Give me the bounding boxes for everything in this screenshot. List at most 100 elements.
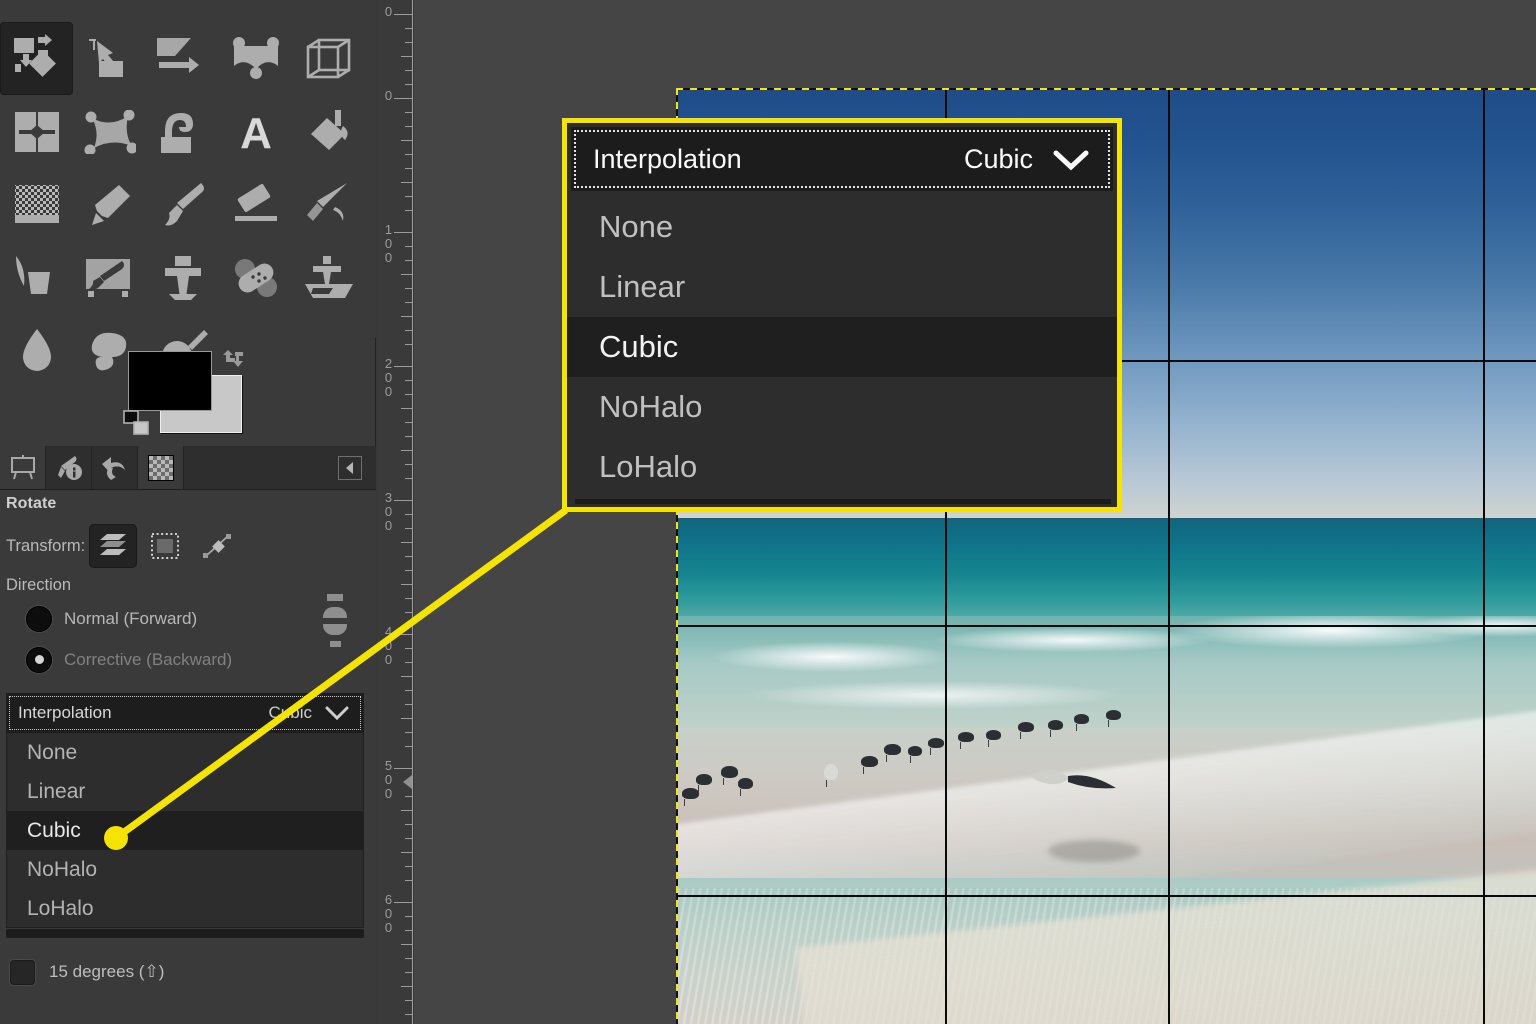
toolbox-row-1 (0, 22, 376, 95)
constrain-15-degrees-row[interactable]: 15 degrees (⇧) (6, 952, 364, 992)
constrain-checkbox[interactable] (10, 959, 35, 985)
toolbox-row-clipped (0, 0, 376, 22)
bird (682, 788, 699, 806)
bird (861, 756, 878, 774)
bird (908, 746, 922, 763)
direction-corrective-label: Corrective (Backward) (64, 649, 233, 669)
tool-clone[interactable] (146, 241, 219, 314)
dock-tab-strip (0, 446, 376, 490)
tool-airbrush[interactable] (292, 168, 365, 241)
foreground-color-swatch[interactable] (129, 352, 211, 410)
tool-shear[interactable] (146, 22, 219, 95)
tool-eraser[interactable] (219, 168, 292, 241)
bird (1106, 710, 1121, 727)
callout-option-cubic[interactable]: Cubic (567, 317, 1117, 377)
tool-dodge-burn-partial[interactable] (219, 0, 292, 22)
tool-pencil[interactable] (73, 168, 146, 241)
tool-handle-transform[interactable] (219, 22, 292, 95)
tool-text[interactable]: A (219, 95, 292, 168)
vertical-ruler[interactable]: 0 0 100 200 300 400 500 600 (377, 0, 413, 1024)
transform-grid-line-h3 (676, 895, 1536, 897)
chevron-down-icon[interactable] (1051, 148, 1091, 172)
transform-target-selection[interactable] (141, 524, 189, 568)
callout-option-linear[interactable]: Linear (567, 257, 1117, 317)
dock-menu-button[interactable] (338, 456, 362, 480)
swap-colors-icon[interactable] (221, 350, 247, 376)
ruler-label-minus100: 0 (381, 4, 396, 18)
dock-tab-patterns[interactable] (138, 446, 184, 489)
left-dock: A Rotate Transform: Direction Normal (Fo… (0, 0, 376, 1024)
bird (928, 738, 944, 755)
callout-interpolation-combo[interactable]: Interpolation Cubic (571, 127, 1113, 191)
interpolation-option-linear[interactable]: Linear (7, 772, 363, 811)
tool-move[interactable] (73, 22, 146, 95)
tool-cage-transform[interactable] (73, 95, 146, 168)
transform-grid-line-v3 (1483, 88, 1485, 1024)
tool-blur-sharpen-partial[interactable] (73, 0, 146, 22)
dock-tab-undo-history[interactable] (92, 446, 138, 489)
tool-unified-transform[interactable] (0, 22, 73, 95)
ruler-label-500: 500 (381, 758, 396, 800)
bird (1048, 720, 1063, 737)
chevron-down-icon[interactable] (324, 705, 350, 721)
dock-tab-tool-options[interactable] (46, 446, 92, 489)
reset-colors-icon[interactable] (123, 410, 153, 440)
toolbox-row-4 (0, 241, 376, 314)
bird (986, 730, 1001, 747)
sea-region (676, 518, 1536, 630)
bird (1018, 722, 1034, 739)
interpolation-combo[interactable]: Interpolation Cubic (6, 693, 364, 733)
tool-bucket-fill[interactable] (292, 95, 365, 168)
radio-normal-forward[interactable] (26, 605, 52, 632)
bird (884, 744, 901, 762)
callout-list-resize-handle (575, 499, 1111, 504)
tool-warp-transform[interactable] (146, 95, 219, 168)
tool-ink[interactable] (0, 241, 73, 314)
interpolation-option-lohalo[interactable]: LoHalo (7, 889, 363, 928)
transform-grid-line-v2 (1168, 88, 1170, 1024)
ruler-label-200: 200 (381, 356, 396, 398)
bird (738, 778, 753, 796)
callout-option-none[interactable]: None (567, 197, 1117, 257)
callout-interpolation-value: Cubic (963, 143, 1033, 174)
toolbox-row-3 (0, 168, 376, 241)
tool-flip[interactable] (0, 95, 73, 168)
tool-heal[interactable] (219, 241, 292, 314)
transform-target-layer[interactable] (89, 524, 138, 568)
tool-gradient[interactable] (0, 168, 73, 241)
callout-option-lohalo[interactable]: LoHalo (567, 437, 1117, 497)
interpolation-value: Cubic (268, 703, 312, 722)
toolbox: A (0, 0, 376, 371)
toolbox-row-2: A (0, 95, 376, 168)
tool-mypaint-brush[interactable] (73, 241, 146, 314)
tool-smudge-partial[interactable] (146, 0, 219, 22)
dock-tab-images[interactable] (0, 446, 46, 489)
constrain-label: 15 degrees (⇧) (49, 962, 165, 981)
interpolation-label: Interpolation (18, 703, 112, 722)
tool-path-partial[interactable] (292, 0, 365, 22)
svg-text:A: A (240, 110, 272, 154)
ruler-label-0: 0 (381, 88, 396, 102)
interpolation-option-nohalo[interactable]: NoHalo (7, 850, 363, 889)
foreground-background-swatches[interactable] (123, 350, 243, 435)
interpolation-option-cubic[interactable]: Cubic (7, 811, 363, 850)
tool-perspective-clone[interactable] (292, 241, 365, 314)
transform-target-row: Transform: (0, 519, 376, 573)
bird (958, 732, 974, 749)
option-list-resize-handle[interactable] (6, 929, 364, 938)
callout-option-nohalo[interactable]: NoHalo (567, 377, 1117, 437)
transform-target-path[interactable] (193, 524, 241, 568)
tool-perspective-clone-partial[interactable] (0, 0, 73, 22)
direction-label: Direction (6, 576, 72, 594)
transform-grid-line-h2 (676, 625, 1536, 627)
direction-normal-label: Normal (Forward) (64, 608, 198, 628)
checkerboard-icon (147, 454, 174, 481)
tool-paintbrush[interactable] (146, 168, 219, 241)
tool-perspective[interactable] (292, 22, 365, 95)
interpolation-option-none[interactable]: None (7, 733, 363, 772)
ruler-label-400: 400 (381, 624, 396, 666)
ruler-label-600: 600 (381, 892, 396, 934)
direction-option-normal[interactable]: Normal (Forward) (0, 598, 376, 639)
direction-option-corrective[interactable]: Corrective (Backward) (0, 639, 376, 680)
radio-corrective-backward[interactable] (26, 646, 52, 673)
